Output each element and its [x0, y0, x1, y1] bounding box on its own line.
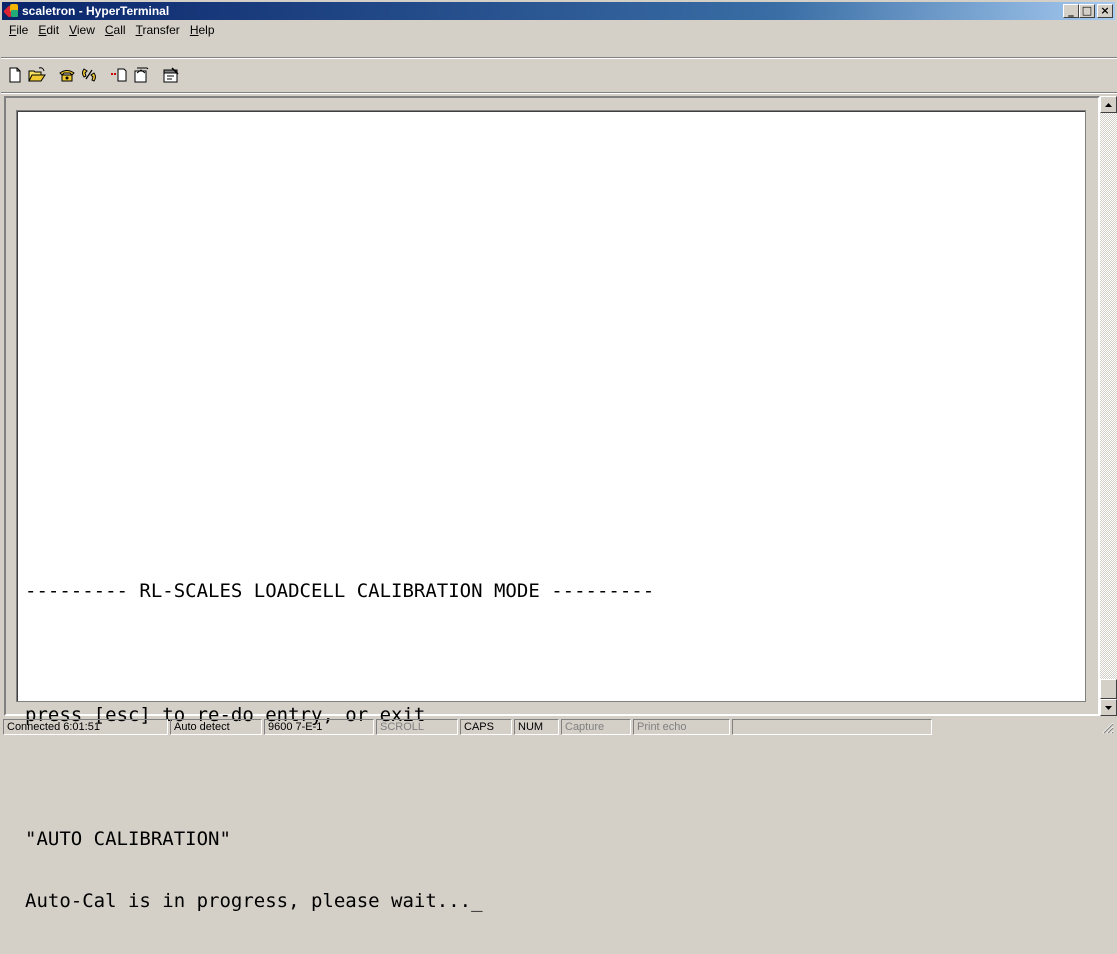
receive-button[interactable]: [130, 64, 152, 86]
terminal-frame: --------- RL-SCALES LOADCELL CALIBRATION…: [4, 96, 1100, 911]
status-capture: Capture: [561, 718, 631, 735]
disconnect-phone-icon: [82, 68, 96, 82]
status-empty-panel: [732, 718, 932, 735]
menu-separator: [1, 57, 1117, 59]
status-print-echo: Print echo: [633, 718, 730, 735]
send-icon: [111, 68, 127, 82]
menu-edit[interactable]: Edit: [33, 23, 64, 37]
vertical-scrollbar[interactable]: [1100, 96, 1117, 716]
toolbar: [4, 63, 182, 87]
hyperterminal-app-icon[interactable]: [3, 4, 19, 18]
properties-icon: [163, 67, 179, 83]
new-document-button[interactable]: [4, 64, 26, 86]
hyperterminal-window: scaletron - HyperTerminal _ □ × File Edi…: [0, 0, 1117, 911]
title-bar[interactable]: scaletron - HyperTerminal _ □ ×: [2, 2, 1115, 20]
status-bar: Connected 6:01:51 Auto detect 9600 7-E-1…: [3, 717, 1116, 736]
menu-call[interactable]: Call: [100, 23, 131, 37]
minimize-button[interactable]: _: [1063, 4, 1079, 18]
disconnect-button[interactable]: [78, 64, 100, 86]
resize-grip-icon[interactable]: [1100, 720, 1114, 734]
maximize-button[interactable]: □: [1079, 4, 1095, 18]
properties-button[interactable]: [160, 64, 182, 86]
status-caps: CAPS: [460, 718, 512, 735]
terminal-line-last: Auto-Cal is in progress, please wait..._: [25, 891, 654, 913]
terminal-output: --------- RL-SCALES LOADCELL CALIBRATION…: [25, 541, 654, 953]
arrow-up-icon: [1105, 102, 1112, 107]
status-connected: Connected 6:01:51: [3, 718, 168, 735]
terminal-line: "AUTO CALIBRATION": [25, 828, 231, 850]
scrollbar-thumb[interactable]: [1100, 679, 1117, 699]
status-num: NUM: [514, 718, 559, 735]
status-scroll: SCROLL: [376, 718, 458, 735]
arrow-down-icon: [1105, 705, 1112, 710]
menu-bar: File Edit View Call Transfer Help: [4, 21, 220, 39]
text-cursor: _: [471, 890, 483, 912]
menu-view[interactable]: View: [64, 23, 100, 37]
call-phone-icon: [59, 70, 75, 82]
toolbar-separator: [1, 92, 1117, 94]
open-button[interactable]: [26, 64, 48, 86]
receive-icon: [134, 67, 149, 83]
window-title: scaletron - HyperTerminal: [22, 4, 170, 18]
terminal-screen[interactable]: --------- RL-SCALES LOADCELL CALIBRATION…: [16, 110, 1086, 911]
new-document-icon: [9, 67, 21, 83]
open-folder-icon: [28, 67, 46, 82]
status-port-settings: 9600 7-E-1: [264, 718, 374, 735]
scroll-down-button[interactable]: [1100, 699, 1117, 716]
terminal-line: --------- RL-SCALES LOADCELL CALIBRATION…: [25, 580, 655, 602]
scroll-up-button[interactable]: [1100, 96, 1117, 113]
send-button[interactable]: [108, 64, 130, 86]
call-button[interactable]: [56, 64, 78, 86]
close-button[interactable]: ×: [1097, 4, 1113, 18]
status-detect: Auto detect: [170, 718, 262, 735]
terminal-line-text: Auto-Cal is in progress, please wait...: [25, 890, 472, 912]
menu-transfer[interactable]: Transfer: [131, 23, 185, 37]
menu-help[interactable]: Help: [185, 23, 220, 37]
menu-file[interactable]: File: [4, 23, 33, 37]
